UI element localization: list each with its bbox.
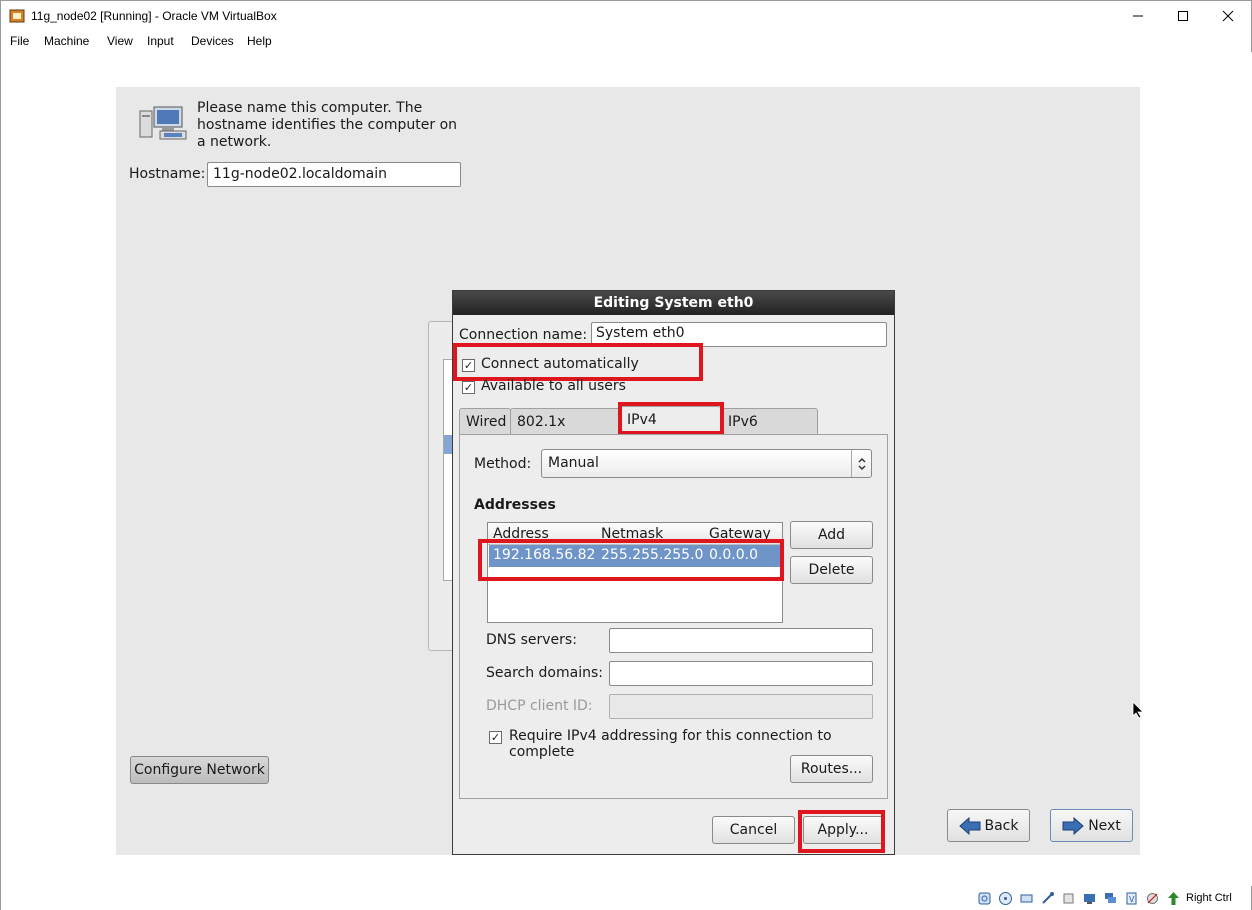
menu-bar: File Machine View Input Devices Help	[1, 31, 1251, 52]
hostname-intro-text: Please name this computer. The hostname …	[197, 100, 458, 150]
virtualbox-window: 11g_node02 [Running] - Oracle VM Virtual…	[0, 0, 1252, 910]
menu-help[interactable]: Help	[247, 34, 272, 48]
back-label: Back	[984, 817, 1019, 834]
window-title: 11g_node02 [Running] - Oracle VM Virtual…	[31, 9, 277, 23]
shared-folders-icon[interactable]	[1082, 891, 1097, 906]
status-bar: V Right Ctrl	[1, 887, 1251, 910]
network-computers-icon	[139, 106, 187, 140]
addresses-heading: Addresses	[474, 497, 556, 513]
minimize-icon	[1133, 15, 1143, 17]
host-key-label: Right Ctrl	[1186, 892, 1232, 904]
tab-ipv6-settings[interactable]: IPv6 Settings	[721, 408, 818, 456]
menu-view[interactable]: View	[107, 34, 133, 48]
close-icon	[1222, 10, 1234, 22]
vm-display[interactable]: Please name this computer. The hostname …	[2, 52, 1252, 886]
highlight-ipv4-tab	[618, 402, 724, 435]
optical-drive-icon[interactable]	[998, 891, 1013, 906]
mouse-cursor-icon	[1132, 701, 1144, 719]
maximize-button[interactable]	[1160, 1, 1206, 31]
hostname-label: Hostname:	[129, 166, 206, 182]
usb-icon[interactable]	[1061, 891, 1076, 906]
routes-button[interactable]: Routes...	[790, 755, 873, 783]
close-button[interactable]	[1205, 1, 1251, 31]
back-button[interactable]: Back	[947, 809, 1030, 842]
method-value: Manual	[548, 455, 599, 471]
menu-devices[interactable]: Devices	[191, 34, 234, 48]
dhcp-client-id-input	[609, 694, 873, 719]
method-label: Method:	[474, 456, 532, 472]
connection-name-label: Connection name:	[459, 327, 588, 343]
hostname-input[interactable]: 11g-node02.localdomain	[207, 162, 461, 187]
updown-arrows-icon	[851, 450, 871, 477]
installer-screen: Please name this computer. The hostname …	[116, 87, 1144, 855]
arrow-left-icon	[958, 816, 980, 835]
menu-machine[interactable]: Machine	[44, 34, 89, 48]
tab-8021x-security[interactable]: 802.1x Security	[510, 408, 620, 456]
host-key-arrow-icon[interactable]	[1166, 891, 1181, 906]
search-domains-label: Search domains:	[486, 665, 603, 681]
ipv4-settings-panel: Method: Manual Addresses Address Netmask…	[459, 434, 888, 799]
next-label: Next	[1088, 817, 1121, 834]
title-bar: 11g_node02 [Running] - Oracle VM Virtual…	[1, 1, 1251, 31]
arrow-right-icon	[1062, 816, 1084, 835]
dns-servers-input[interactable]	[609, 628, 873, 653]
cancel-button[interactable]: Cancel	[712, 816, 795, 844]
available-all-users-checkbox[interactable]: ✓	[462, 381, 475, 394]
minimize-button[interactable]	[1115, 1, 1161, 31]
configure-network-button[interactable]: Configure Network	[130, 756, 269, 784]
menu-file[interactable]: File	[10, 34, 29, 48]
network-icon[interactable]	[1040, 891, 1055, 906]
highlight-connect-automatically	[453, 343, 703, 381]
menu-input[interactable]: Input	[147, 34, 174, 48]
display-icon[interactable]	[1103, 891, 1118, 906]
tab-wired[interactable]: Wired	[459, 408, 511, 435]
available-all-users-label: Available to all users	[481, 378, 626, 394]
recording-icon[interactable]: V	[1124, 891, 1139, 906]
dns-servers-label: DNS servers:	[486, 632, 577, 648]
highlight-apply-button	[798, 810, 885, 853]
method-dropdown[interactable]: Manual	[541, 449, 872, 478]
maximize-icon	[1178, 11, 1188, 21]
highlight-address-row	[478, 539, 784, 581]
audio-icon[interactable]	[1019, 891, 1034, 906]
dhcp-client-id-label: DHCP client ID:	[486, 698, 593, 714]
mouse-integration-icon[interactable]	[1145, 891, 1160, 906]
harddisk-icon[interactable]	[977, 891, 992, 906]
add-button[interactable]: Add	[790, 521, 873, 549]
search-domains-input[interactable]	[609, 661, 873, 686]
svg-text:V: V	[1129, 895, 1135, 904]
dialog-title: Editing System eth0	[453, 291, 894, 315]
editing-connection-dialog: Editing System eth0 Connection name: Sys…	[452, 290, 895, 855]
next-button[interactable]: Next	[1050, 809, 1133, 842]
require-ipv4-checkbox[interactable]: ✓	[489, 731, 502, 744]
delete-button[interactable]: Delete	[790, 556, 873, 584]
virtualbox-app-icon	[9, 9, 25, 23]
